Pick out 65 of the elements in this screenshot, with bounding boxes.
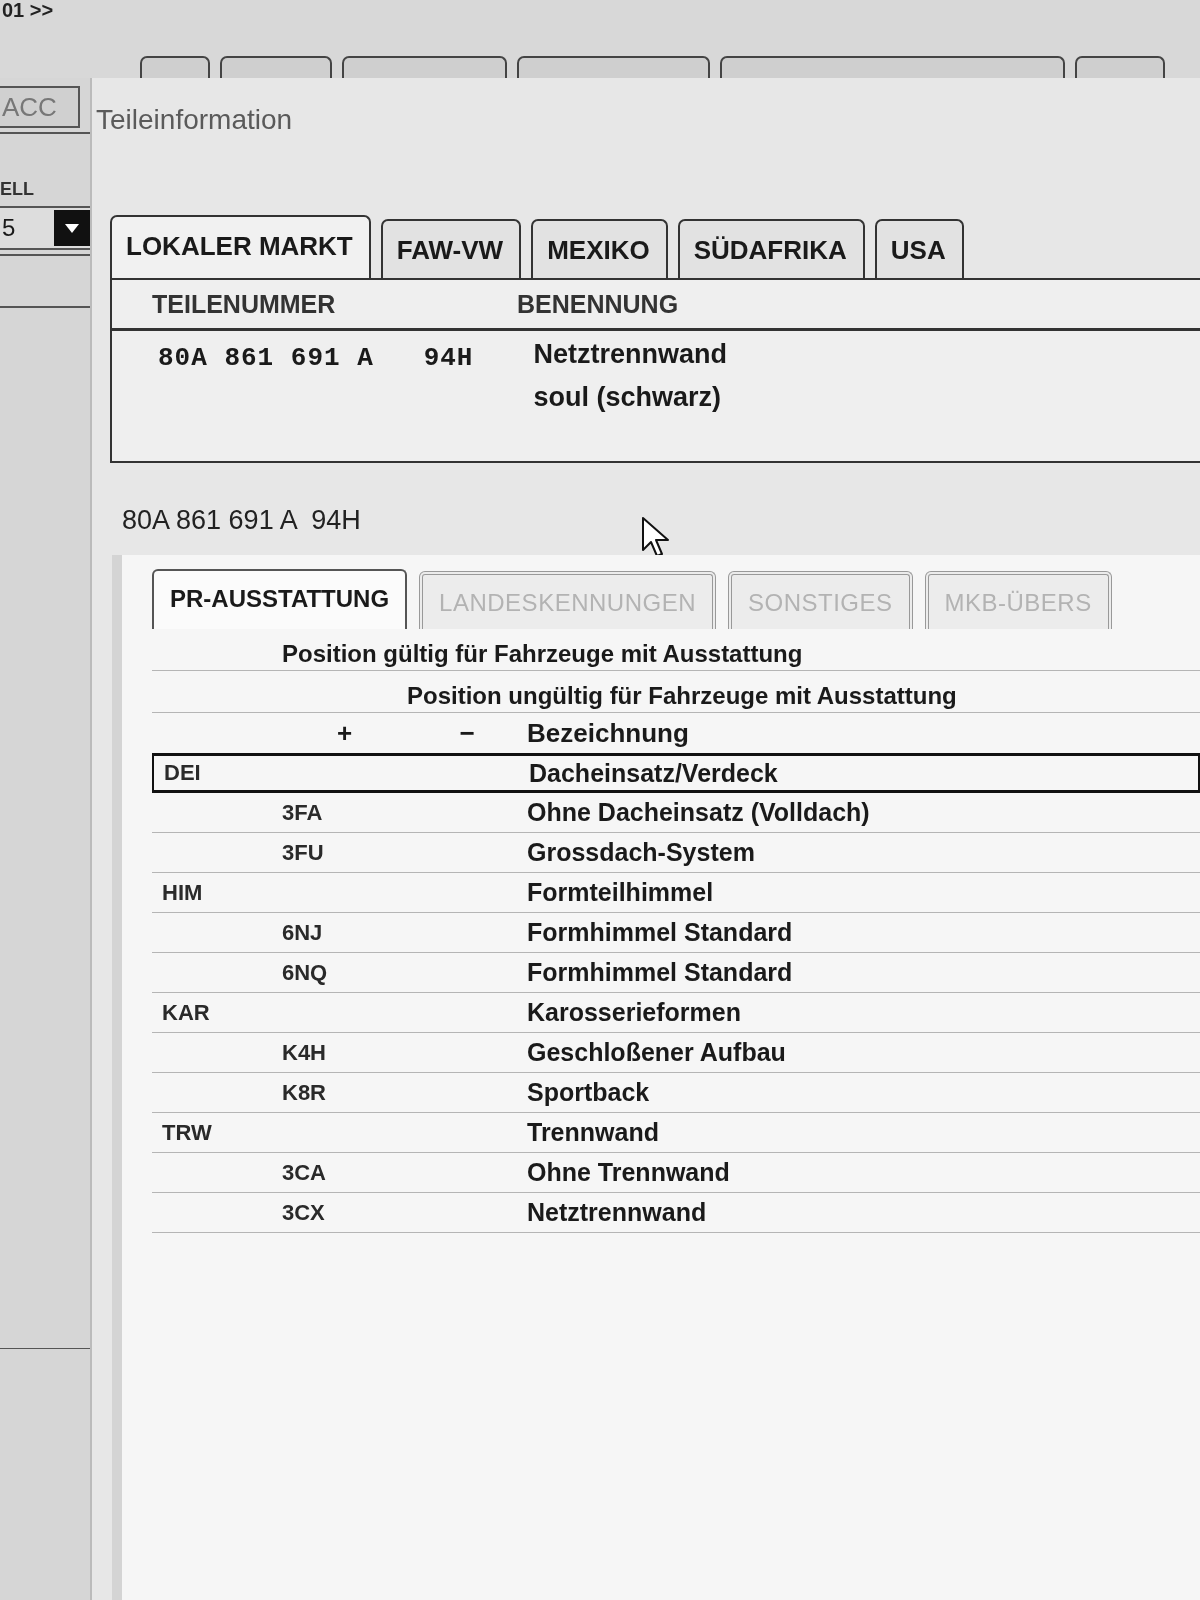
- description-text: Sportback: [527, 1078, 650, 1107]
- code-text: KAR: [161, 999, 210, 1026]
- dropdown-field[interactable]: 5: [0, 206, 90, 250]
- description-text: Netztrennwand: [527, 1198, 707, 1227]
- description-text: Karosserieformen: [527, 998, 741, 1027]
- column-header: BENENNUNG: [517, 289, 679, 319]
- code-text: K4H: [282, 1039, 326, 1066]
- background-tab[interactable]: [1075, 56, 1165, 78]
- breadcrumb-text: 01 >>: [1, 0, 54, 20]
- market-tab[interactable]: FAW-VW: [380, 219, 522, 278]
- equipment-row[interactable]: 6NQ Formhimmel Standard: [152, 953, 1200, 993]
- description-text: Formhimmel Standard: [527, 958, 793, 987]
- code-text: K8R: [282, 1079, 326, 1106]
- description-text: Formhimmel Standard: [527, 918, 793, 947]
- code-text: 3FU: [282, 839, 324, 866]
- legend-text: Position gültig für Fahrzeuge mit Ausstattung: [282, 640, 803, 668]
- equipment-row[interactable]: 3FU Grossdach-System: [152, 833, 1200, 873]
- description-text: Netztrennwand: [533, 339, 727, 370]
- description-text: Ohne Trennwand: [527, 1158, 730, 1187]
- market-tab[interactable]: SÜDAFRIKA: [677, 219, 865, 278]
- part-number-text: 80A 861 691 A 94H: [122, 504, 361, 536]
- column-header: +: [336, 717, 353, 749]
- equipment-row[interactable]: K4H Geschloßener Aufbau: [152, 1033, 1200, 1073]
- column-header: Bezeichnung: [527, 717, 689, 749]
- code-text: 6NJ: [282, 919, 323, 946]
- equipment-row[interactable]: 3CA Ohne Trennwand: [152, 1153, 1200, 1193]
- background-tab[interactable]: [220, 56, 332, 78]
- description-text: Ohne Dacheinsatz (Volldach): [527, 798, 870, 827]
- description-text: Geschloßener Aufbau: [527, 1038, 786, 1067]
- description-text: Grossdach-System: [527, 838, 755, 867]
- equipment-row[interactable]: K8R Sportback: [152, 1073, 1200, 1113]
- equipment-row[interactable]: HIM Formteilhimmel: [152, 873, 1200, 913]
- description-text: Dacheinsatz/Verdeck: [529, 758, 778, 788]
- market-tab[interactable]: LOKALER MARKT: [110, 215, 371, 278]
- code-text: TRW: [161, 1119, 212, 1146]
- market-tab[interactable]: USA: [874, 219, 964, 278]
- code-text: 3CA: [282, 1159, 326, 1186]
- dropdown-button[interactable]: [54, 210, 90, 246]
- column-header: −: [459, 717, 475, 749]
- equipment-row[interactable]: TRW Trennwand: [152, 1113, 1200, 1153]
- market-tab[interactable]: MEXIKO: [531, 219, 668, 278]
- code-text: 3FA: [282, 799, 323, 826]
- part-number-cell-text: 80A 861 691 A 94H: [158, 342, 474, 373]
- code-text: 6NQ: [282, 959, 328, 986]
- detail-tab[interactable]: PR-AUSSTATTUNG: [152, 569, 408, 629]
- background-tab[interactable]: [720, 56, 1065, 78]
- field-label: ELL: [0, 179, 34, 200]
- code-text: DEI: [163, 760, 201, 786]
- description-text: Trennwand: [527, 1118, 659, 1147]
- column-header: TEILENUMMER: [151, 289, 337, 319]
- code-text: 3CX: [282, 1199, 325, 1226]
- description-text: soul (schwarz): [533, 382, 721, 413]
- equipment-row[interactable]: 3FA Ohne Dacheinsatz (Volldach): [152, 793, 1200, 833]
- equipment-row[interactable]: 6NJ Formhimmel Standard: [152, 913, 1200, 953]
- background-tab[interactable]: [517, 56, 710, 78]
- equipment-row[interactable]: KAR Karosserieformen: [152, 993, 1200, 1033]
- equipment-row[interactable]: DEI Dacheinsatz/Verdeck: [152, 753, 1200, 793]
- equipment-row[interactable]: 3CX Netztrennwand: [152, 1193, 1200, 1233]
- legend-text: Position ungültig für Fahrzeuge mit Ausstattung: [407, 682, 957, 710]
- code-text: HIM: [161, 879, 203, 906]
- background-tab[interactable]: [342, 56, 507, 78]
- caret-icon: [65, 223, 79, 233]
- dialog-title: Teileinformation: [95, 103, 293, 137]
- description-text: Formteilhimmel: [527, 878, 714, 907]
- background-tab[interactable]: [140, 56, 210, 78]
